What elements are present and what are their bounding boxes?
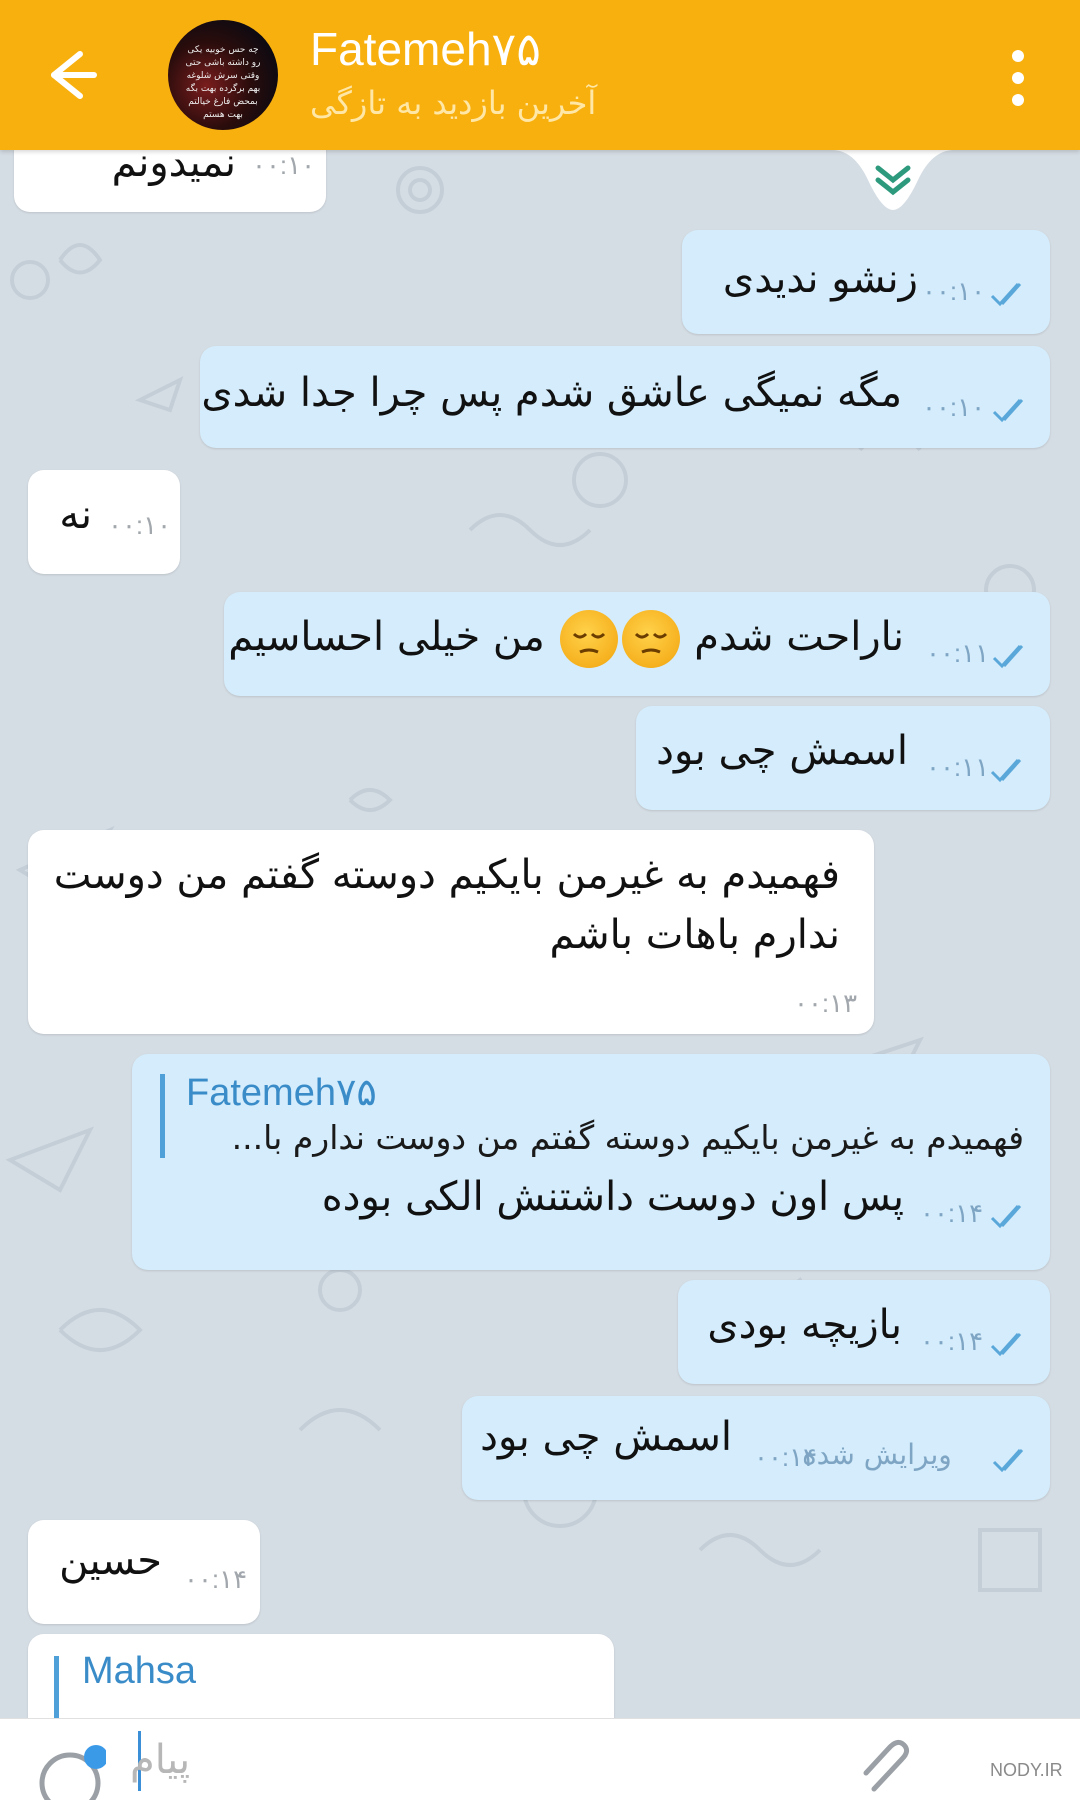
back-arrow-icon[interactable] bbox=[40, 40, 102, 110]
reply-sender-name[interactable]: Mahsa bbox=[82, 1650, 196, 1693]
message-incoming[interactable]: حسین ۰۰:۱۴ bbox=[28, 1520, 260, 1624]
message-time: ۰۰:۱۳ bbox=[794, 988, 858, 1018]
read-ticks-icon bbox=[992, 1448, 1024, 1473]
read-ticks-icon bbox=[990, 1332, 1022, 1357]
message-text: پس اون دوست داشتنش الکی بوده bbox=[321, 1174, 904, 1220]
read-ticks-icon bbox=[990, 282, 1022, 307]
chat-header: چه حس خوبیه یکی رو داشته باشی حتی وقتی س… bbox=[0, 0, 1080, 150]
message-text: حسین bbox=[59, 1538, 162, 1584]
contact-name[interactable]: Fatemeh۷۵ bbox=[310, 22, 541, 76]
scroll-to-bottom-button[interactable] bbox=[832, 150, 954, 220]
message-time: ۰۰:۱۴ bbox=[920, 1326, 984, 1356]
message-text: ناراحت شدم من خیلی احساسیم bbox=[228, 610, 904, 668]
message-time: ۰۰:۱۴ bbox=[920, 1198, 984, 1228]
pensive-face-emoji bbox=[559, 610, 618, 668]
more-options-icon[interactable] bbox=[1000, 50, 1036, 106]
message-text: اسمش چی بود bbox=[480, 1414, 732, 1460]
edited-label: ویرایش شده bbox=[802, 1438, 952, 1471]
message-outgoing-reply[interactable]: Fatemeh۷۵ فهمیدم به غیرمن بایکیم دوسته گ… bbox=[132, 1054, 1050, 1270]
message-time: ۰۰:۱۰ bbox=[922, 276, 986, 306]
message-text-part: من خیلی احساسیم bbox=[228, 614, 545, 660]
emoji-icon[interactable] bbox=[36, 1743, 108, 1800]
message-composer: پیام bbox=[0, 1718, 1080, 1800]
message-text: مگه نمیگی عاشق شدم پس چرا جدا شدی bbox=[201, 370, 902, 416]
contact-avatar[interactable]: چه حس خوبیه یکی رو داشته باشی حتی وقتی س… bbox=[168, 20, 278, 130]
message-time: ۰۰:۱۰ bbox=[922, 392, 986, 422]
message-incoming-reply[interactable]: Mahsa bbox=[28, 1634, 614, 1718]
message-text: نه bbox=[59, 492, 92, 538]
message-time: ۰۰:۱۰ bbox=[108, 510, 172, 540]
message-text: نمیدونم bbox=[111, 150, 236, 186]
paperclip-icon[interactable] bbox=[860, 1739, 920, 1799]
message-input[interactable]: پیام bbox=[130, 1737, 190, 1783]
message-outgoing[interactable]: مگه نمیگی عاشق شدم پس چرا جدا شدی ۰۰:۱۰ bbox=[200, 346, 1050, 448]
message-text: اسمش چی بود bbox=[656, 728, 908, 774]
read-ticks-icon bbox=[992, 644, 1024, 669]
message-text: بازیچه بودی bbox=[707, 1302, 902, 1348]
message-outgoing[interactable]: بازیچه بودی ۰۰:۱۴ bbox=[678, 1280, 1050, 1384]
read-ticks-icon bbox=[990, 758, 1022, 783]
pensive-face-emoji bbox=[621, 610, 680, 668]
message-list[interactable]: نمیدونم ۰۰:۱۰ زنشو ندیدی ۰۰:۱۰ مگه نمیگی… bbox=[0, 150, 1080, 1718]
message-time: ۰۰:۱۱ bbox=[926, 752, 990, 782]
reply-indicator-bar bbox=[54, 1656, 59, 1718]
message-incoming[interactable]: نه ۰۰:۱۰ bbox=[28, 470, 180, 574]
read-ticks-icon bbox=[992, 398, 1024, 423]
message-time: ۰۰:۱۰ bbox=[252, 150, 316, 180]
message-outgoing[interactable]: زنشو ندیدی ۰۰:۱۰ bbox=[682, 230, 1050, 334]
message-text: زنشو ندیدی bbox=[722, 256, 918, 302]
last-seen-status: آخرین بازدید به تازگی bbox=[310, 84, 597, 122]
reply-sender-name[interactable]: Fatemeh۷۵ bbox=[186, 1070, 377, 1115]
message-text-part: ناراحت شدم bbox=[694, 614, 904, 660]
avatar-caption: چه حس خوبیه یکی رو داشته باشی حتی وقتی س… bbox=[185, 45, 261, 120]
message-outgoing[interactable]: ناراحت شدم من خیلی احساسیم ۰۰:۱۱ bbox=[224, 592, 1050, 696]
message-incoming[interactable]: فهمیدم به غیرمن بایکیم دوسته گفتم من دوس… bbox=[28, 830, 874, 1034]
message-outgoing[interactable]: اسمش چی بود ویرایش شده ۰۰:۱۴ bbox=[462, 1396, 1050, 1500]
reply-indicator-bar bbox=[160, 1074, 165, 1158]
site-watermark: NODY.IR bbox=[990, 1760, 1063, 1780]
message-text: فهمیدم به غیرمن بایکیم دوسته گفتم من دوس… bbox=[53, 852, 840, 898]
read-ticks-icon bbox=[990, 1204, 1022, 1229]
message-time: ۰۰:۱۴ bbox=[754, 1442, 818, 1472]
message-incoming[interactable]: نمیدونم ۰۰:۱۰ bbox=[14, 150, 326, 212]
message-time: ۰۰:۱۱ bbox=[926, 638, 990, 668]
message-time: ۰۰:۱۴ bbox=[184, 1564, 248, 1594]
reply-preview-text[interactable]: فهمیدم به غیرمن بایکیم دوسته گفتم من دوس… bbox=[232, 1118, 1024, 1157]
message-text: ندارم باهات باشم bbox=[549, 912, 840, 958]
message-outgoing[interactable]: اسمش چی بود ۰۰:۱۱ bbox=[636, 706, 1050, 810]
